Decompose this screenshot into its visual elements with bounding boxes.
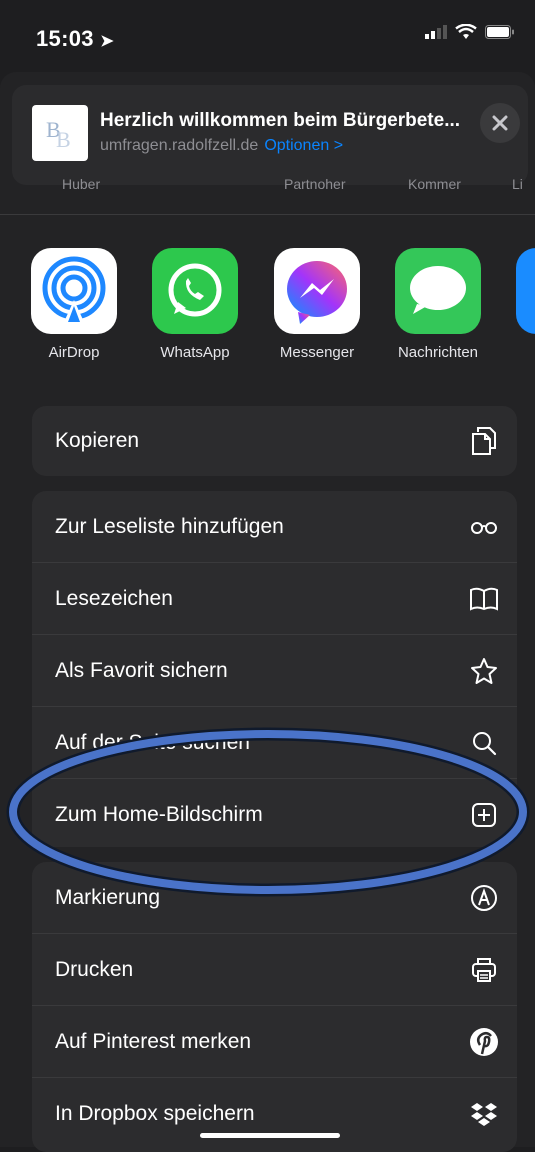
- action-label: Kopieren: [55, 429, 140, 452]
- signal-icon: [425, 25, 447, 39]
- action-label: Lesezeichen: [55, 586, 173, 610]
- action-label: Markierung: [55, 885, 161, 909]
- app-whatsapp[interactable]: WhatsApp: [152, 248, 238, 361]
- action-bookmark[interactable]: Lesezeichen: [32, 563, 517, 635]
- action-label: Auf der Seite suchen: [55, 730, 250, 754]
- app-messenger[interactable]: Messenger: [274, 248, 360, 361]
- action-group-extensions: Markierung Drucken Auf Pinterest merken: [32, 862, 517, 1152]
- dropbox-icon: [469, 1099, 499, 1129]
- app-label: Messenger: [279, 344, 355, 361]
- airdrop-icon: [31, 248, 117, 334]
- svg-text:B: B: [56, 127, 71, 152]
- action-label: In Dropbox speichern: [55, 1101, 255, 1125]
- page-url: umfragen.radolfzell.de Optionen >: [100, 137, 343, 155]
- time-text: 15:03: [36, 26, 94, 51]
- app-airdrop[interactable]: AirDrop: [31, 248, 117, 361]
- action-favorite[interactable]: Als Favorit sichern: [32, 635, 517, 707]
- close-button[interactable]: [480, 103, 520, 143]
- close-icon: [492, 115, 508, 131]
- action-label: Als Favorit sichern: [55, 658, 228, 682]
- app-label: Nachrichten: [397, 344, 479, 361]
- whatsapp-icon: [152, 248, 238, 334]
- options-link[interactable]: Optionen >: [264, 137, 343, 154]
- url-text: umfragen.radolfzell.de: [100, 137, 259, 154]
- location-arrow-icon: ➤: [100, 33, 114, 50]
- contact-name[interactable]: Huber: [62, 176, 100, 192]
- wifi-icon: [455, 24, 477, 39]
- action-copy[interactable]: Kopieren: [32, 406, 517, 476]
- messages-icon: [395, 248, 481, 334]
- contact-name[interactable]: Partnoher: [284, 176, 345, 192]
- page-title: Herzlich willkommen beim Bürgerbete...: [100, 110, 461, 131]
- contact-name[interactable]: Li: [512, 176, 523, 192]
- battery-icon: [485, 25, 514, 39]
- status-icons: [425, 24, 515, 40]
- app-label: AirDrop: [48, 344, 100, 361]
- action-pinterest[interactable]: Auf Pinterest merken: [32, 1006, 517, 1078]
- action-add-to-home[interactable]: Zum Home-Bildschirm: [32, 779, 517, 847]
- star-icon: [469, 656, 499, 686]
- share-header: [12, 85, 528, 185]
- action-label: Auf Pinterest merken: [55, 1029, 252, 1053]
- action-group-page: Zur Leseliste hinzufügen Lesezeichen Als…: [32, 491, 517, 847]
- markup-icon: [469, 883, 499, 913]
- action-reading-list[interactable]: Zur Leseliste hinzufügen: [32, 491, 517, 563]
- action-label: Drucken: [55, 957, 134, 981]
- add-square-icon: [469, 800, 499, 830]
- copy-icon: [469, 426, 499, 456]
- app-label: WhatsApp: [160, 344, 230, 361]
- action-dropbox[interactable]: In Dropbox speichern: [32, 1078, 517, 1149]
- action-label: Zum Home-Bildschirm: [55, 802, 263, 826]
- messenger-icon: [274, 248, 360, 334]
- glasses-icon: [469, 512, 499, 542]
- search-icon: [469, 728, 499, 758]
- action-find-on-page[interactable]: Auf der Seite suchen: [32, 707, 517, 779]
- app-partial[interactable]: [516, 248, 535, 334]
- site-logo: B B: [32, 105, 88, 161]
- pinterest-icon: [469, 1027, 499, 1057]
- action-print[interactable]: Drucken: [32, 934, 517, 1006]
- contacts-row: Huber Partnoher Kommer Li: [0, 176, 535, 216]
- printer-icon: [469, 955, 499, 985]
- home-indicator: [200, 1133, 340, 1138]
- action-label: Zur Leseliste hinzufügen: [55, 514, 284, 538]
- contact-name[interactable]: Kommer: [408, 176, 461, 192]
- action-markup[interactable]: Markierung: [32, 862, 517, 934]
- status-time: 15:03 ➤: [36, 26, 114, 52]
- app-nachrichten[interactable]: Nachrichten: [395, 248, 481, 361]
- divider: [0, 214, 535, 215]
- status-bar: 15:03 ➤: [0, 0, 535, 72]
- book-icon: [469, 584, 499, 614]
- app-partial-icon: [516, 248, 535, 334]
- action-group-copy: Kopieren: [32, 406, 517, 476]
- site-logo-icon: B B: [46, 117, 71, 152]
